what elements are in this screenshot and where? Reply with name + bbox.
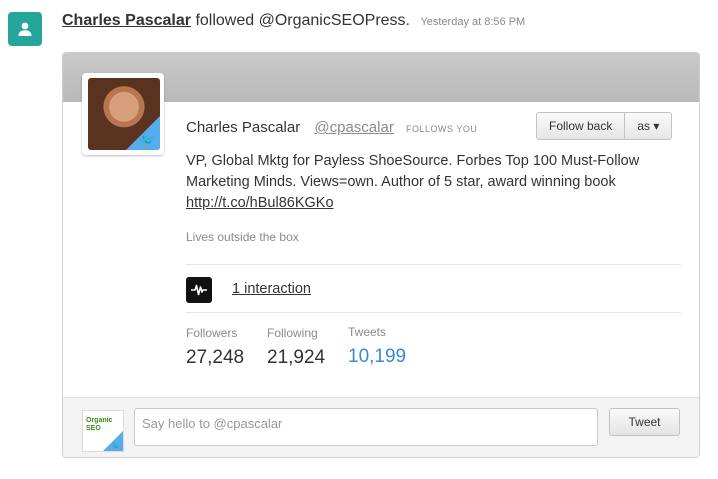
notification-timestamp: Yesterday at 8:56 PM — [420, 16, 526, 28]
as-dropdown-button[interactable]: as ▾ — [625, 113, 671, 139]
reply-box: Organic SEO 🐦 Tweet — [63, 397, 699, 457]
profile-avatar[interactable]: 🐦 — [82, 73, 164, 155]
twitter-bird-icon: 🐦 — [139, 132, 156, 147]
divider — [186, 312, 681, 313]
follow-back-button[interactable]: Follow back — [537, 113, 624, 139]
bio-text: VP, Global Mktg for Payless ShoeSource. … — [186, 153, 640, 190]
notification-action: followed @OrganicSEOPress. — [195, 12, 410, 29]
profile-handle[interactable]: @cpascalar — [314, 119, 393, 136]
activity-pulse-icon — [186, 277, 212, 303]
followers-label: Followers — [186, 326, 238, 340]
profile-name[interactable]: Charles Pascalar — [186, 119, 300, 136]
interactions-link[interactable]: 1 interaction — [232, 280, 311, 298]
profile-name-row: Charles Pascalar @cpascalar FOLLOWS YOU — [186, 119, 477, 138]
following-stat[interactable]: Following 21,924 — [267, 326, 325, 370]
tweets-label: Tweets — [348, 325, 387, 339]
tweet-button[interactable]: Tweet — [609, 408, 680, 436]
reply-input[interactable] — [134, 408, 598, 446]
actor-link[interactable]: Charles Pascalar — [62, 12, 191, 29]
own-avatar: Organic SEO 🐦 — [82, 410, 124, 452]
twitter-bird-icon: 🐦 — [111, 441, 121, 450]
avatar-photo: 🐦 — [88, 78, 160, 150]
bio-link[interactable]: http://t.co/hBul86KGKo — [186, 195, 334, 211]
divider — [186, 264, 681, 265]
profile-location: Lives outside the box — [186, 230, 299, 244]
following-count: 21,924 — [267, 347, 326, 368]
profile-card: 🐦 Charles Pascalar @cpascalar FOLLOWS YO… — [62, 52, 700, 458]
person-icon — [8, 12, 42, 46]
followers-stat[interactable]: Followers 27,248 — [186, 326, 244, 370]
followers-count: 27,248 — [186, 347, 245, 368]
profile-bio: VP, Global Mktg for Payless ShoeSource. … — [186, 151, 682, 214]
tweets-count: 10,199 — [348, 346, 407, 367]
activity-stream: Charles Pascalar followed @OrganicSEOPre… — [0, 0, 718, 479]
follow-button-group: Follow back as ▾ — [536, 112, 673, 140]
follows-you-label: FOLLOWS YOU — [406, 124, 478, 134]
tweets-stat[interactable]: Tweets 10,199 — [348, 325, 407, 369]
notification-text: Charles Pascalar followed @OrganicSEOPre… — [62, 11, 525, 32]
following-label: Following — [267, 326, 318, 340]
